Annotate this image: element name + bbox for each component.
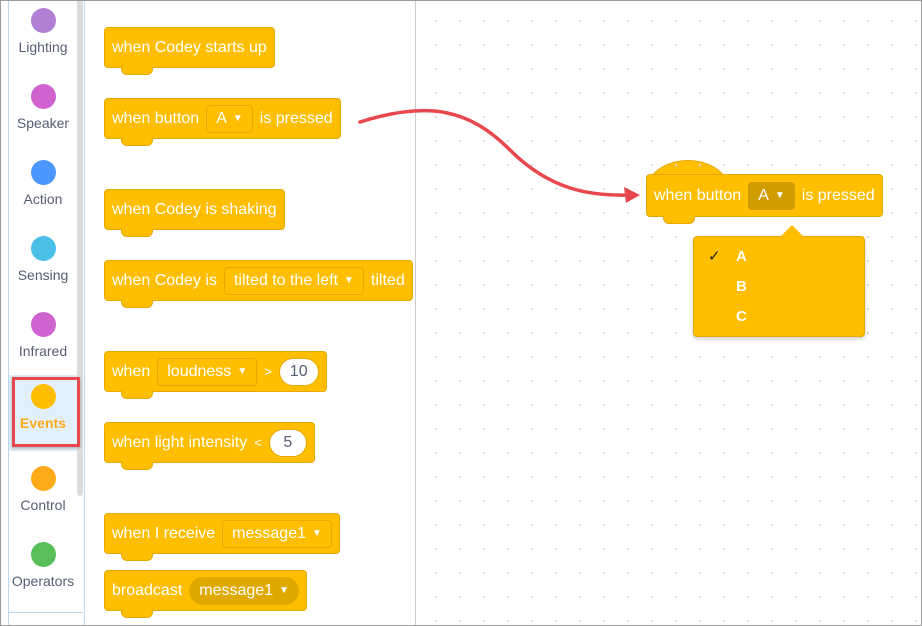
block-label: tilted: [370, 271, 405, 289]
divider: [9, 612, 83, 613]
caret-down-icon: ▼: [279, 585, 289, 596]
dropdown-value: A: [216, 109, 227, 127]
category-label: Operators: [11, 573, 75, 589]
category-speaker[interactable]: Speaker: [9, 77, 77, 149]
message-dropdown[interactable]: message1 ▼: [222, 519, 332, 548]
category-label: Lighting: [18, 39, 68, 55]
block-notch: [121, 300, 153, 308]
block-notch: [663, 216, 695, 224]
block-when-codey-tilted[interactable]: when Codey is tilted to the left ▼ tilted: [104, 246, 413, 308]
block-label: when Codey is: [112, 271, 217, 289]
caret-down-icon: ▼: [344, 275, 354, 286]
value-input[interactable]: 10: [278, 357, 319, 386]
category-label: Sensing: [17, 267, 69, 283]
category-label: Infrared: [18, 343, 68, 359]
events-highlight-box: [12, 377, 80, 447]
button-dropdown[interactable]: A ▼: [206, 104, 253, 133]
category-operators[interactable]: Operators: [9, 535, 77, 607]
caret-down-icon: ▼: [774, 190, 785, 201]
category-dot-icon: [30, 312, 56, 337]
category-label: Action: [23, 191, 63, 207]
category-sensing[interactable]: Sensing: [9, 229, 77, 301]
block-when-light-intensity[interactable]: when light intensity <5: [104, 408, 315, 470]
block-broadcast[interactable]: broadcast message1 ▼: [104, 570, 307, 618]
dropdown-value: message1: [232, 524, 306, 542]
option-label: B: [736, 277, 747, 295]
category-control[interactable]: Control: [9, 459, 77, 531]
category-infrared[interactable]: Infrared: [9, 305, 77, 377]
button-dropdown-menu: ✓ A B C: [693, 225, 865, 337]
block-when-i-receive[interactable]: when I receive message1 ▼: [104, 499, 340, 561]
block-palette: when Codey starts up when button A ▼ is pre…: [84, 1, 416, 625]
block-label: is pressed: [801, 186, 875, 204]
option-label: A: [736, 247, 747, 265]
category-dot-icon: [30, 466, 56, 491]
category-sidebar: Lighting Speaker Action Sensing Infrared Even…: [8, 1, 84, 625]
block-label: when Codey is shaking: [112, 200, 277, 218]
button-dropdown[interactable]: A ▼: [748, 181, 795, 210]
block-label: when light intensity: [112, 433, 248, 451]
sensor-dropdown[interactable]: loudness ▼: [157, 357, 258, 386]
block-when-button-pressed[interactable]: when button A ▼ is pressed: [104, 84, 341, 146]
category-action[interactable]: Action: [9, 153, 77, 225]
menu-option-b[interactable]: B: [694, 271, 864, 301]
script-workspace[interactable]: when button A ▼ is pressed ✓ A B C: [416, 1, 921, 625]
dropdown-value: A: [758, 186, 769, 204]
category-dot-icon: [30, 8, 56, 33]
operator: >: [264, 364, 272, 379]
tilt-dropdown[interactable]: tilted to the left ▼: [223, 266, 364, 295]
block-when-codey-shaking[interactable]: when Codey is shaking: [104, 175, 285, 237]
block-notch: [121, 229, 153, 237]
block-when-loudness[interactable]: when loudness ▼ >10: [104, 337, 327, 399]
block-label: when I receive: [112, 524, 216, 542]
block-notch: [121, 138, 153, 146]
menu-option-a[interactable]: ✓ A: [694, 241, 864, 271]
dropdown-value: message1: [199, 581, 274, 599]
block-label: when Codey starts up: [112, 38, 267, 56]
block-notch: [121, 391, 153, 399]
block-label: when button: [112, 109, 200, 127]
block-label: broadcast: [112, 581, 183, 599]
workspace-block-when-button-pressed[interactable]: when button A ▼ is pressed: [646, 160, 883, 224]
block-notch: [121, 610, 153, 618]
caret-down-icon: ▼: [232, 113, 243, 124]
caret-down-icon: ▼: [312, 528, 322, 539]
block-notch: [121, 67, 153, 75]
block-notch: [121, 553, 153, 561]
menu-option-c[interactable]: C: [694, 301, 864, 331]
category-label: Control: [20, 497, 66, 513]
option-label: C: [736, 307, 747, 325]
category-dot-icon: [30, 542, 56, 567]
value-input[interactable]: 5: [268, 428, 307, 457]
operator: <: [254, 435, 262, 450]
message-dropdown[interactable]: message1 ▼: [189, 576, 299, 605]
category-dot-icon: [30, 236, 56, 261]
block-notch: [121, 462, 153, 470]
block-when-codey-starts-up[interactable]: when Codey starts up: [104, 13, 275, 75]
category-lighting[interactable]: Lighting: [9, 1, 77, 73]
category-dot-icon: [30, 160, 56, 185]
dropdown-value: tilted to the left: [233, 271, 339, 289]
block-label: when button: [654, 186, 742, 204]
block-label: when: [112, 362, 151, 380]
caret-down-icon: ▼: [237, 366, 248, 377]
category-dot-icon: [30, 84, 56, 109]
category-label: Speaker: [16, 115, 70, 131]
checkmark-icon: ✓: [708, 248, 721, 265]
dropdown-value: loudness: [167, 362, 232, 380]
block-label: is pressed: [259, 109, 333, 127]
